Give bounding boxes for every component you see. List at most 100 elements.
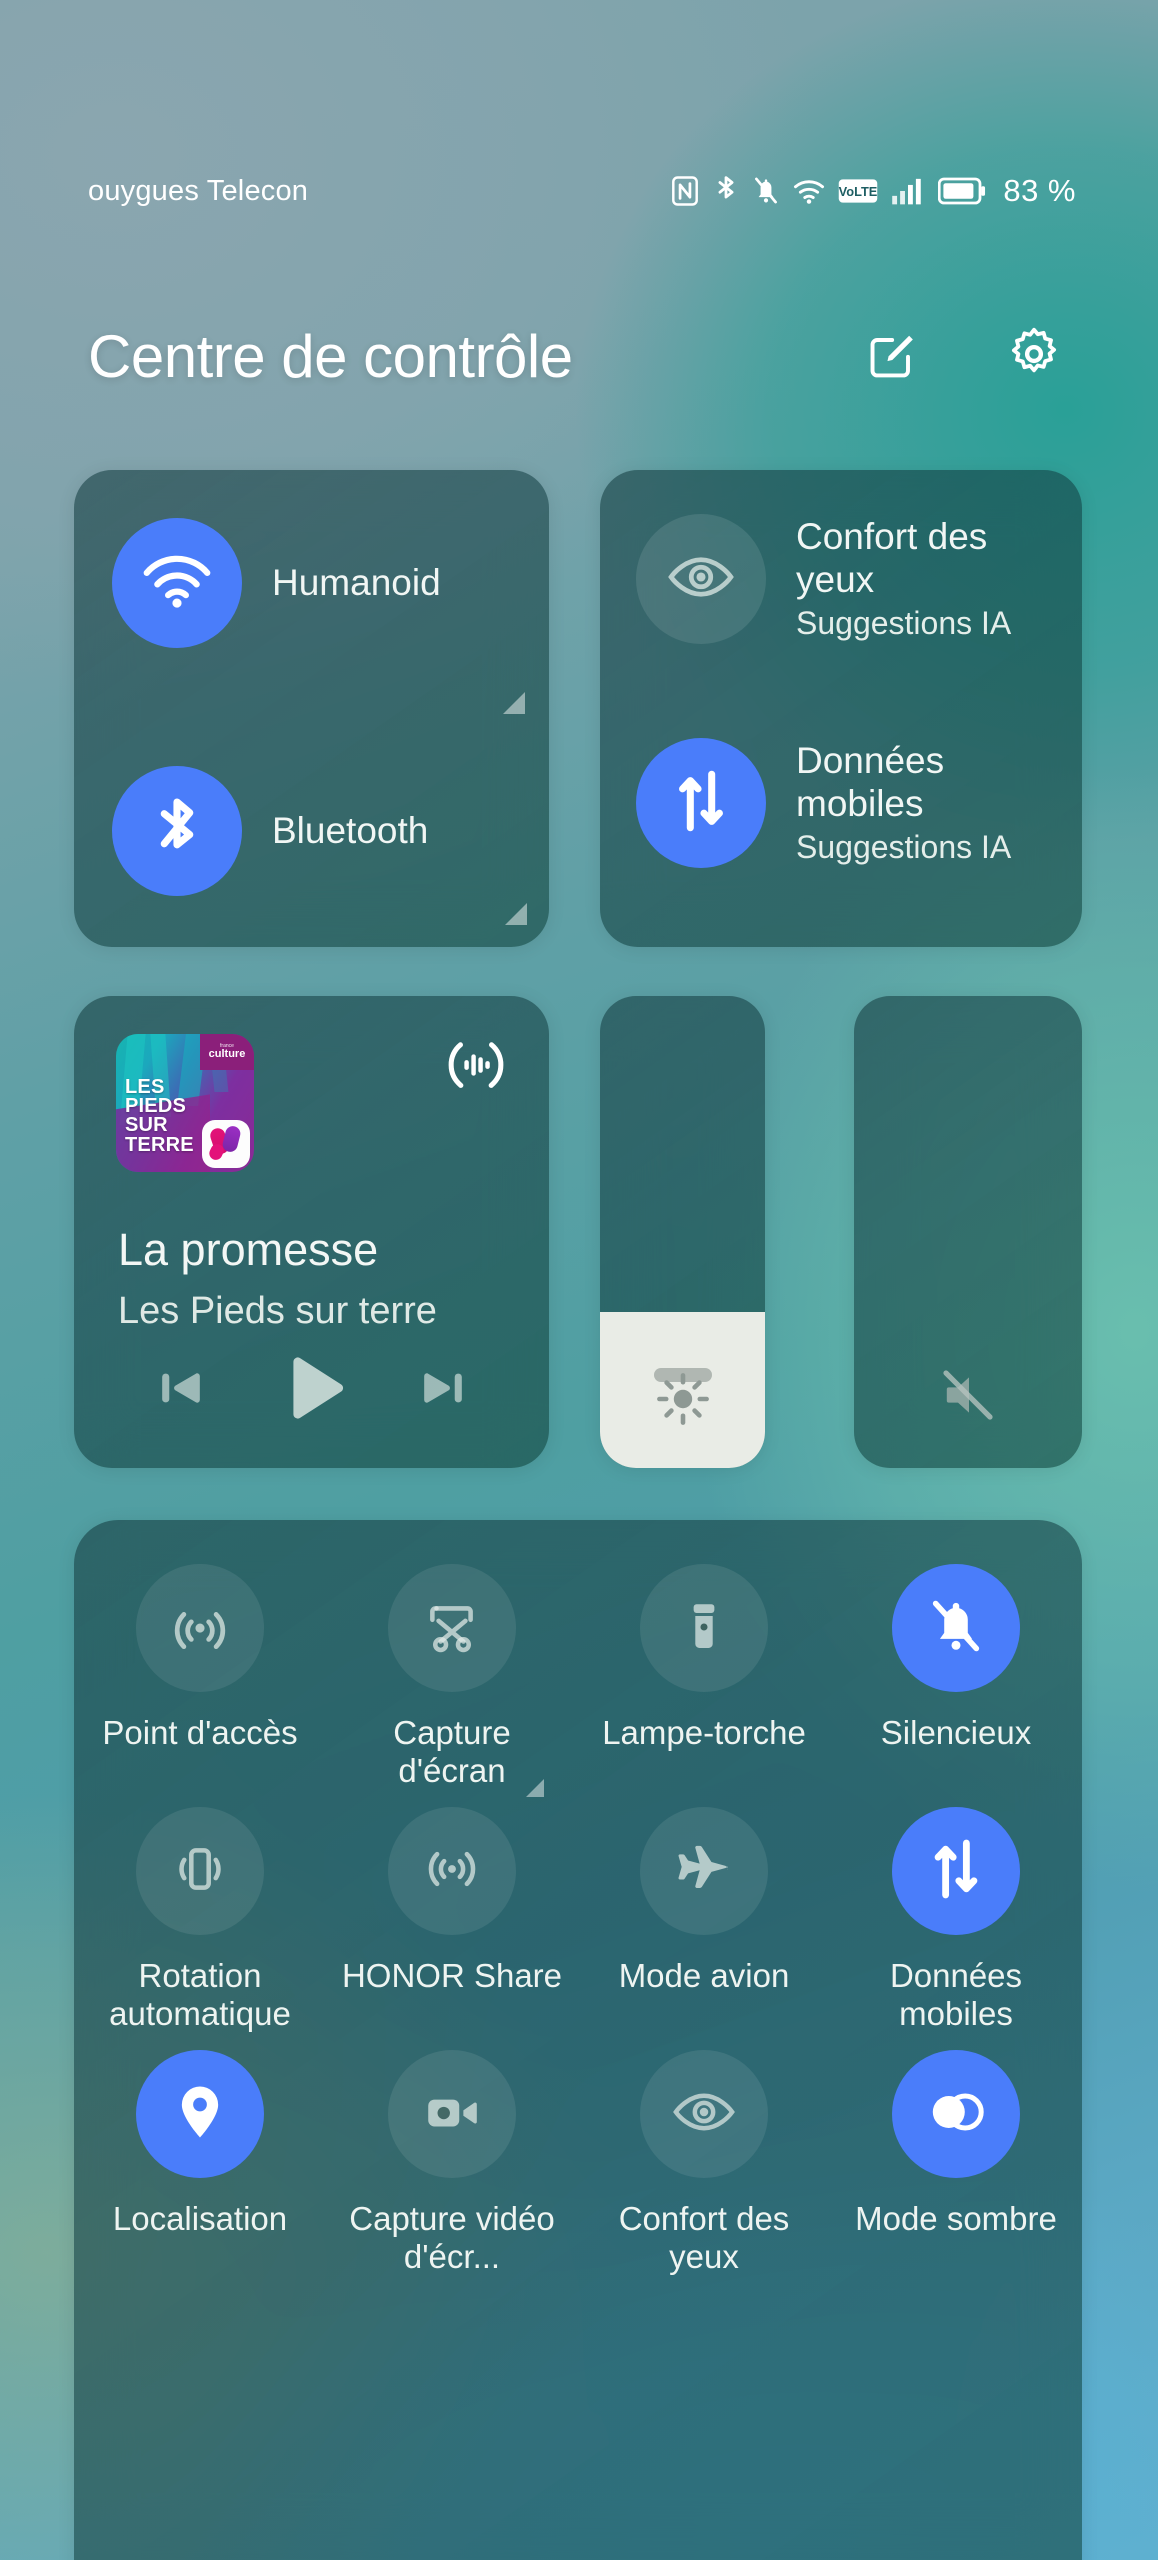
- album-art: LES PIEDS SUR TERRE france culture: [116, 1034, 254, 1172]
- screen-record-toggle-circle[interactable]: [388, 2050, 516, 2179]
- eye-icon: [672, 2086, 736, 2143]
- bluetooth-label: Bluetooth: [272, 809, 429, 851]
- eye-icon: [667, 548, 735, 611]
- page-title: Centre de contrôle: [88, 322, 573, 390]
- screenshot-expand-triangle[interactable]: [526, 1779, 544, 1798]
- skip-next-icon: [412, 1357, 474, 1424]
- settings-button[interactable]: [998, 320, 1070, 392]
- airplane-icon: [673, 1838, 735, 1905]
- location-toggle-circle[interactable]: [136, 2050, 264, 2179]
- bell-muted-icon: [926, 1596, 986, 1661]
- toggle-honor-share[interactable]: HONOR Share: [326, 1807, 578, 2032]
- volume-slider[interactable]: [854, 996, 1082, 1468]
- airplane-toggle-circle[interactable]: [640, 1807, 768, 1936]
- toggle-flashlight[interactable]: Lampe-torche: [578, 1564, 830, 1789]
- toggle-dark-mode[interactable]: Mode sombre: [830, 2050, 1082, 2275]
- skip-next-button[interactable]: [412, 1357, 474, 1424]
- dark-mode-toggle-circle[interactable]: [892, 2050, 1020, 2179]
- media-track-title: La promesse: [118, 1224, 379, 1275]
- toggle-hotspot[interactable]: Point d'accès: [74, 1564, 326, 1789]
- toggle-label: Mode avion: [618, 1957, 790, 1995]
- eye-comfort-toggle-circle-grid[interactable]: [640, 2050, 768, 2179]
- album-art-title: LES PIEDS SUR TERRE: [125, 1076, 194, 1156]
- skip-previous-icon: [150, 1357, 212, 1424]
- toggle-airplane[interactable]: Mode avion: [578, 1807, 830, 2032]
- toggle-mobile-data[interactable]: Données mobiles: [830, 1807, 1082, 2032]
- signal-bars-icon: [891, 176, 925, 206]
- cast-audio-button[interactable]: [443, 1032, 509, 1098]
- brightness-icon: [653, 1369, 713, 1434]
- toggle-label: Capture vidéo d'écr...: [349, 2200, 555, 2276]
- auto-rotate-icon: [171, 1840, 229, 1903]
- battery-percent-label: 83 %: [1003, 173, 1076, 208]
- volume-muted-icon: [936, 1363, 1000, 1432]
- volte-icon: VoLTE: [838, 177, 878, 205]
- media-artist: Les Pieds sur terre: [118, 1290, 437, 1332]
- mobile-data-sublabel: Suggestions IA: [796, 828, 1012, 865]
- flashlight-icon: [675, 1597, 733, 1660]
- gear-icon: [1005, 325, 1063, 388]
- honor-share-icon: [421, 1838, 483, 1905]
- control-center-header: Centre de contrôle: [0, 320, 1158, 392]
- skip-previous-button[interactable]: [150, 1357, 212, 1424]
- hotspot-toggle-circle[interactable]: [136, 1564, 264, 1692]
- silent-toggle-circle[interactable]: [892, 1564, 1020, 1692]
- toggles-grid: Point d'accès Capture d'écran Lampe-torc…: [74, 1564, 1082, 2276]
- mobile-data-tile[interactable]: Données mobiles Suggestions IA: [636, 738, 1064, 868]
- eye-comfort-label: Confort des yeux: [796, 515, 988, 600]
- brightness-slider[interactable]: [600, 996, 765, 1468]
- toggle-location[interactable]: Localisation: [74, 2050, 326, 2275]
- eye-comfort-sublabel: Suggestions IA: [796, 604, 1012, 641]
- mobile-data-toggle-pill[interactable]: [636, 738, 766, 868]
- radio-france-app-icon: [202, 1120, 250, 1168]
- screenshot-scissors-icon: [421, 1595, 483, 1662]
- play-button[interactable]: [271, 1347, 353, 1434]
- toggle-screen-record[interactable]: Capture vidéo d'écr...: [326, 2050, 578, 2275]
- play-icon: [271, 1347, 353, 1434]
- bluetooth-tile[interactable]: Bluetooth: [112, 766, 428, 896]
- bluetooth-expand-triangle[interactable]: [505, 903, 527, 925]
- battery-icon: [938, 175, 986, 207]
- toggle-label: Rotation automatique: [109, 1957, 291, 2032]
- auto-rotate-toggle-circle[interactable]: [136, 1807, 264, 1936]
- edit-icon: [866, 326, 922, 387]
- quick-toggles-panel: Point d'accès Capture d'écran Lampe-torc…: [74, 1520, 1082, 2560]
- eye-comfort-toggle-pill[interactable]: [636, 514, 766, 644]
- wifi-expand-triangle[interactable]: [503, 692, 525, 714]
- mobile-data-label: Données mobiles: [796, 739, 945, 824]
- status-bar: ouygues Telecon VoLTE 83 %: [0, 160, 1158, 222]
- media-controls: [74, 1347, 549, 1434]
- wifi-network-label: Humanoid: [272, 561, 441, 603]
- toggle-silent[interactable]: Silencieux: [830, 1564, 1082, 1789]
- flashlight-toggle-circle[interactable]: [640, 1564, 768, 1692]
- mute-bell-icon: [752, 175, 780, 207]
- toggle-label: Données mobiles: [889, 1957, 1023, 2032]
- bluetooth-icon: [149, 793, 205, 870]
- svg-text:VoLTE: VoLTE: [839, 184, 878, 199]
- toggle-label: Silencieux: [880, 1714, 1032, 1751]
- bluetooth-toggle-pill[interactable]: [112, 766, 242, 896]
- eye-comfort-tile[interactable]: Confort des yeux Suggestions IA: [636, 514, 1064, 644]
- edit-button[interactable]: [858, 320, 930, 392]
- media-player-card[interactable]: LES PIEDS SUR TERRE france culture La pr…: [74, 996, 549, 1468]
- wifi-tile[interactable]: Humanoid: [112, 518, 441, 648]
- hotspot-icon: [169, 1595, 231, 1662]
- data-transfer-icon: [927, 1836, 985, 1907]
- mobile-data-toggle-circle[interactable]: [892, 1807, 1020, 1936]
- toggle-auto-rotate[interactable]: Rotation automatique: [74, 1807, 326, 2032]
- bluetooth-icon: [713, 174, 739, 208]
- wifi-toggle-pill[interactable]: [112, 518, 242, 648]
- toggle-label: Lampe-torche: [602, 1714, 806, 1751]
- dark-mode-icon: [924, 2080, 988, 2149]
- connectivity-card-left: Humanoid Bluetooth: [74, 470, 549, 947]
- honor-share-toggle-circle[interactable]: [388, 1807, 516, 1936]
- screenshot-toggle-circle[interactable]: [388, 1564, 516, 1692]
- status-icons-group: VoLTE 83 %: [670, 173, 1076, 209]
- toggle-screenshot[interactable]: Capture d'écran: [326, 1564, 578, 1798]
- toggle-eye-comfort[interactable]: Confort des yeux: [578, 2050, 830, 2275]
- screen-record-icon: [421, 2086, 483, 2143]
- toggle-label: Capture d'écran: [393, 1714, 511, 1789]
- cast-audio-icon: [443, 1042, 509, 1102]
- wifi-icon: [141, 551, 213, 616]
- france-culture-badge: france culture: [200, 1034, 254, 1070]
